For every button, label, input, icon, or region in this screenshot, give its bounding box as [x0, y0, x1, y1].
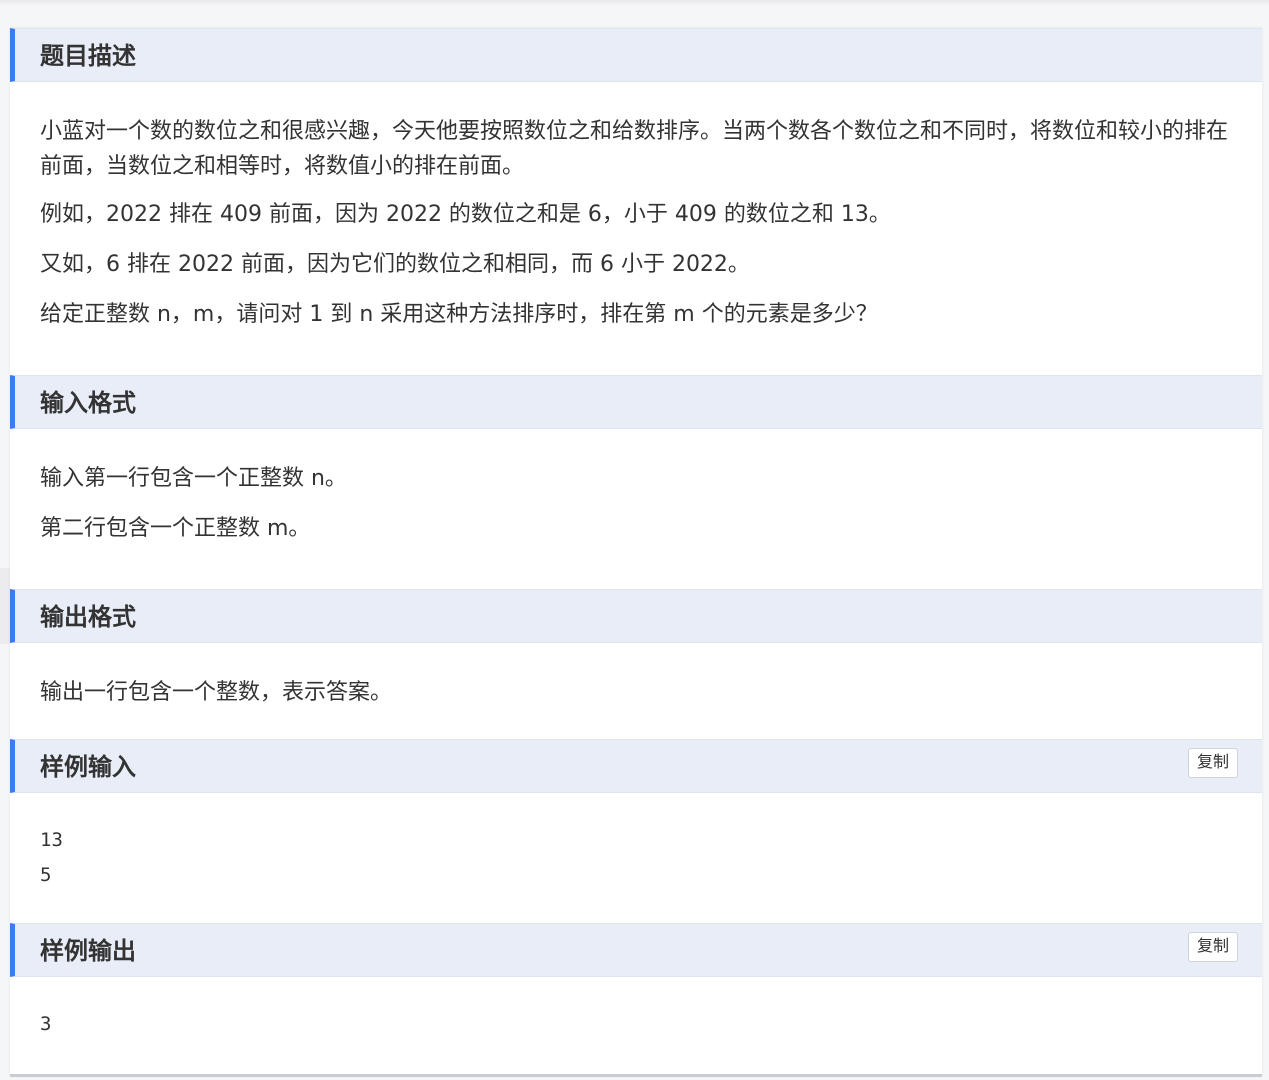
- sample-output-line: 3: [40, 1013, 52, 1035]
- description-paragraph: 小蓝对一个数的数位之和很感兴趣，今天他要按照数位之和给数排序。当两个数各个数位之…: [40, 119, 1229, 179]
- sample-input-title: 样例输入: [40, 753, 136, 781]
- input-format-paragraph: 第二行包含一个正整数 m。: [40, 516, 311, 541]
- input-format-title: 输入格式: [40, 389, 136, 417]
- description-header: 题目描述: [10, 28, 1262, 82]
- output-format-header: 输出格式: [10, 589, 1262, 643]
- description-paragraph: 例如，2022 排在 409 前面，因为 2022 的数位之和是 6，小于 40…: [40, 202, 891, 227]
- output-format-title: 输出格式: [40, 603, 136, 631]
- input-format-header: 输入格式: [10, 375, 1262, 429]
- problem-card: 题目描述 小蓝对一个数的数位之和很感兴趣，今天他要按照数位之和给数排序。当两个数…: [10, 28, 1262, 1076]
- bottom-border: [10, 1074, 1262, 1077]
- output-format-paragraph: 输出一行包含一个整数，表示答案。: [40, 680, 393, 705]
- sample-input-body: 13 5: [10, 793, 1262, 923]
- left-strip: [0, 568, 10, 644]
- sample-input-header: 样例输入 复制: [10, 739, 1262, 793]
- input-format-paragraph: 输入第一行包含一个正整数 n。: [40, 466, 347, 491]
- description-title: 题目描述: [40, 42, 136, 70]
- sample-output-header: 样例输出 复制: [10, 923, 1262, 977]
- sample-input-line: 13: [40, 829, 63, 851]
- copy-sample-input-button[interactable]: 复制: [1187, 748, 1238, 778]
- sample-output-body: 3: [10, 977, 1262, 1076]
- top-shadow: [0, 0, 1269, 6]
- description-paragraph: 又如，6 排在 2022 前面，因为它们的数位之和相同，而 6 小于 2022。: [40, 252, 750, 277]
- output-format-body: 输出一行包含一个整数，表示答案。: [10, 643, 1262, 739]
- input-format-body: 输入第一行包含一个正整数 n。 第二行包含一个正整数 m。: [10, 429, 1262, 589]
- sample-input-line: 5: [40, 864, 52, 886]
- copy-sample-output-button[interactable]: 复制: [1187, 932, 1238, 962]
- description-body: 小蓝对一个数的数位之和很感兴趣，今天他要按照数位之和给数排序。当两个数各个数位之…: [10, 82, 1262, 375]
- description-paragraph: 给定正整数 n，m，请问对 1 到 n 采用这种方法排序时，排在第 m 个的元素…: [40, 302, 878, 327]
- sample-output-title: 样例输出: [40, 937, 136, 965]
